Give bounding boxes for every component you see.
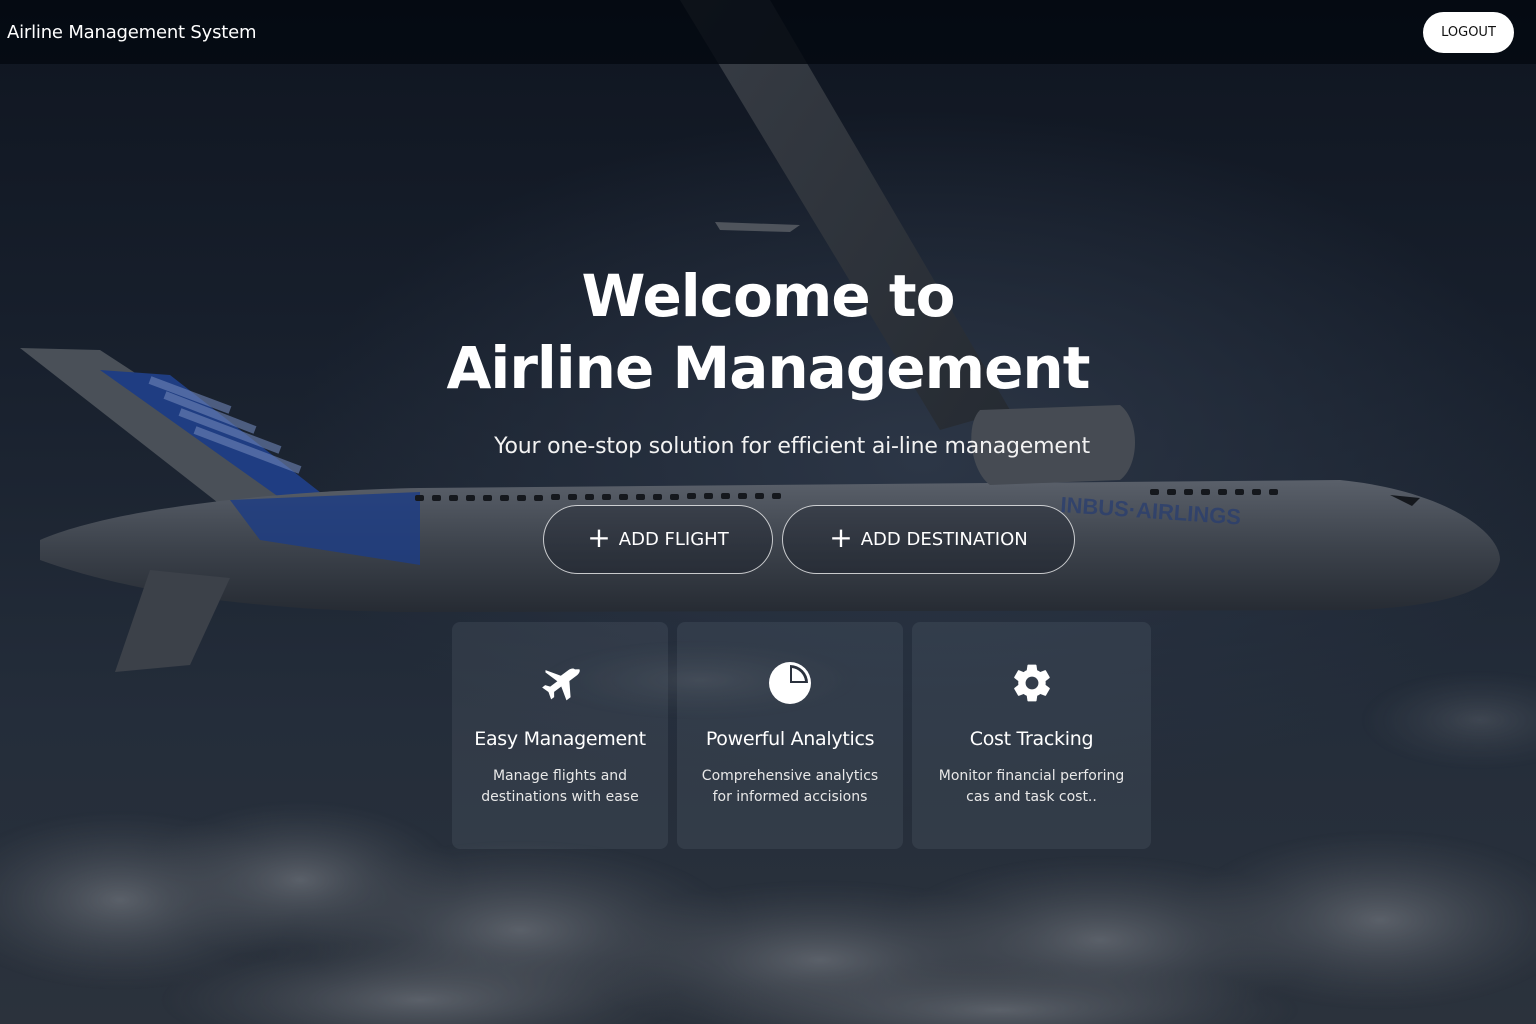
page-title-line2: Airline Management xyxy=(446,334,1091,402)
feature-title: Cost Tracking xyxy=(969,728,1094,750)
logout-button[interactable]: LOGOUT xyxy=(1423,11,1514,53)
feature-description-line: Manage flights and xyxy=(492,768,628,784)
plus-icon: + xyxy=(587,521,611,554)
feature-card-powerful-analytics: Powerful Analytics Comprehensive analyti… xyxy=(677,622,903,849)
feature-title: Powerful Analytics xyxy=(705,728,875,750)
add-destination-label: ADD DESTINATION xyxy=(860,529,1028,550)
primary-actions: + ADD FLIGHT + ADD DESTINATION xyxy=(543,505,1075,574)
feature-description: Monitor financial perforing cas and task… xyxy=(912,766,1151,808)
feature-card-easy-management: Easy Management Manage flights and desti… xyxy=(452,622,668,849)
page-title: Welcome to Airline Management xyxy=(0,260,1536,404)
feature-description-line: Monitor financial perforing xyxy=(938,768,1125,784)
add-flight-label: ADD FLIGHT xyxy=(618,529,729,550)
hero-section: Welcome to Airline Management Your one-s… xyxy=(0,260,1536,459)
add-flight-button[interactable]: + ADD FLIGHT xyxy=(543,505,773,574)
feature-title: Easy Management xyxy=(474,728,646,750)
airplane-icon xyxy=(452,658,668,708)
feature-cards: Easy Management Manage flights and desti… xyxy=(452,622,1151,849)
plus-icon: + xyxy=(829,521,853,554)
add-destination-button[interactable]: + ADD DESTINATION xyxy=(782,505,1075,574)
feature-card-cost-tracking: Cost Tracking Monitor financial perforin… xyxy=(912,622,1151,849)
top-navbar: Airline Management System LOGOUT xyxy=(0,0,1536,64)
feature-description-line: cas and task cost.. xyxy=(966,789,1097,805)
feature-description-line: destinations with ease xyxy=(481,789,639,805)
page-subtitle: Your one-stop solution for efficient ai-… xyxy=(494,434,1090,459)
feature-description: Comprehensive analytics for informed acc… xyxy=(677,766,903,808)
pie-chart-icon xyxy=(677,658,903,708)
app-title: Airline Management System xyxy=(7,21,257,43)
gear-icon xyxy=(912,658,1151,708)
feature-description: Manage flights and destinations with eas… xyxy=(452,766,668,808)
feature-description-line: for informed accisions xyxy=(712,789,868,805)
page-title-line1: Welcome to xyxy=(581,262,956,330)
feature-description-line: Comprehensive analytics xyxy=(701,768,879,784)
